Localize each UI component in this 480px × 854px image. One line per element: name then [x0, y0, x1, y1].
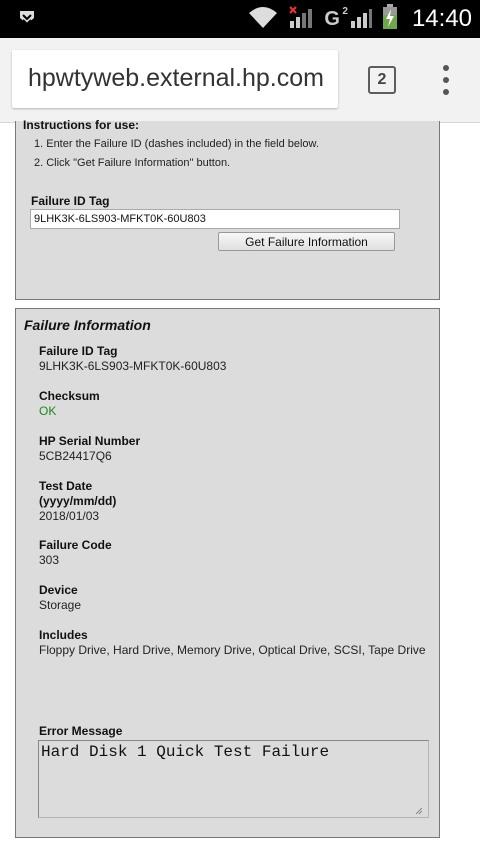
- failure-code-field: Failure Code 303: [39, 538, 112, 568]
- field-label: Failure ID Tag: [39, 344, 118, 358]
- instruction-step: 2. Click "Get Failure Information" butto…: [34, 157, 231, 169]
- resize-grip-icon[interactable]: [415, 802, 423, 820]
- device-field: Device Storage: [39, 583, 81, 613]
- field-label: Failure Code: [39, 538, 112, 552]
- overflow-menu-icon[interactable]: [440, 65, 452, 97]
- instruction-step: 1. Enter the Failure ID (dashes included…: [34, 138, 319, 150]
- clock: 14:40: [411, 5, 472, 32]
- checksum-field: Checksum OK: [39, 389, 100, 419]
- field-label: Device: [39, 583, 78, 597]
- battery-charging-icon: [382, 3, 398, 35]
- includes-field: Includes Floppy Drive, Hard Drive, Memor…: [39, 628, 426, 658]
- error-message-label: Error Message: [39, 724, 123, 738]
- failure-id-field: Failure ID Tag 9LHK3K-6LS903-MFKT0K-60U8…: [39, 344, 226, 374]
- instructions-heading: Instructions for use:: [23, 118, 140, 132]
- url-text[interactable]: hpwtyweb.external.hp.com: [28, 64, 324, 93]
- field-value: 303: [39, 553, 60, 567]
- field-label: HP Serial Number: [39, 434, 141, 448]
- failure-information-panel: Failure Information Failure ID Tag 9LHK3…: [15, 308, 440, 838]
- section-title: Failure Information: [24, 317, 151, 333]
- download-notification-icon: [18, 9, 36, 34]
- failure-id-label: Failure ID Tag: [31, 194, 110, 208]
- page-content: Instructions for use: 1. Enter the Failu…: [0, 118, 480, 854]
- signal-icon: [288, 5, 314, 34]
- network-type-text: G: [324, 7, 340, 30]
- field-label: Test Date (yyyy/mm/dd): [39, 479, 117, 508]
- failure-id-input[interactable]: [30, 209, 400, 229]
- field-value: Floppy Drive, Hard Drive, Memory Drive, …: [39, 643, 426, 657]
- field-label: Checksum: [39, 389, 100, 403]
- lookup-panel: Instructions for use: 1. Enter the Failu…: [15, 118, 440, 300]
- field-label: Includes: [39, 628, 88, 642]
- checksum-status: OK: [39, 404, 57, 418]
- instructions-list: 1. Enter the Failure ID (dashes included…: [34, 135, 319, 173]
- field-value: 2018/01/03: [39, 509, 100, 523]
- url-bar[interactable]: hpwtyweb.external.hp.com: [12, 50, 338, 108]
- status-bar: G2 14:40: [0, 0, 480, 38]
- field-value: Storage: [39, 598, 82, 612]
- network-type-label: G2: [324, 6, 348, 31]
- signal-icon: [350, 5, 372, 34]
- get-failure-information-button[interactable]: Get Failure Information: [218, 232, 395, 251]
- field-value: 9LHK3K-6LS903-MFKT0K-60U803: [39, 359, 227, 373]
- tab-switcher-button[interactable]: 2: [368, 66, 396, 94]
- test-date-field: Test Date (yyyy/mm/dd) 2018/01/03: [39, 479, 116, 524]
- wifi-icon: [248, 5, 278, 34]
- serial-number-field: HP Serial Number 5CB24417Q6: [39, 434, 140, 464]
- sim-slot-indicator: 2: [342, 5, 348, 17]
- field-value: 5CB24417Q6: [39, 449, 112, 463]
- browser-toolbar: hpwtyweb.external.hp.com 2: [0, 38, 480, 123]
- error-message-field[interactable]: Hard Disk 1 Quick Test Failure: [38, 740, 429, 818]
